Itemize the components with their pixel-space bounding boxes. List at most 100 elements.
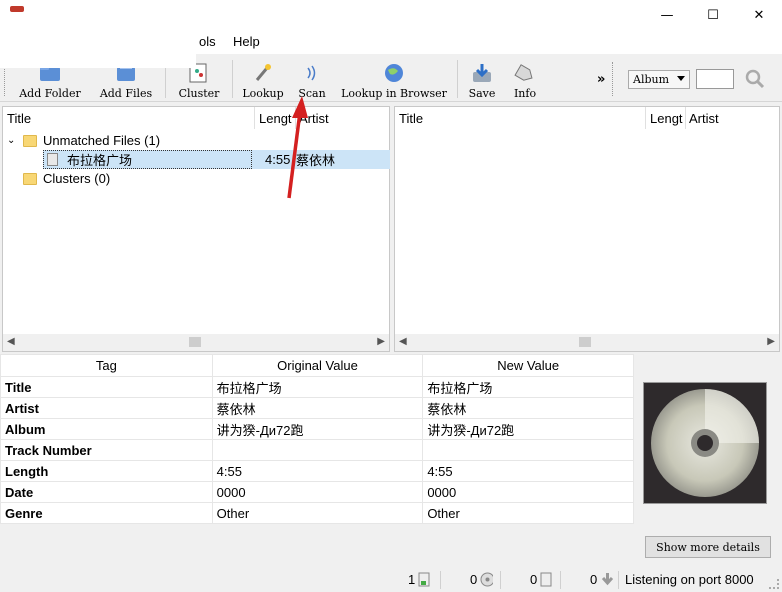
toolbar-grip[interactable] [612, 62, 615, 96]
scroll-right-icon[interactable]: ▶ [377, 336, 385, 347]
cd-disc-icon [651, 389, 759, 497]
disc-icon [480, 572, 494, 587]
toolbar-overflow-button[interactable]: » [597, 72, 605, 87]
maximize-button[interactable]: ☐ [690, 0, 736, 30]
scroll-left-icon[interactable]: ◀ [399, 336, 407, 347]
table-row[interactable]: Title 布拉格广场 布拉格广场 [0, 376, 634, 398]
unmatched-files-node[interactable]: ⌄ Unmatched Files (1) [7, 131, 160, 150]
info-label: Info [513, 87, 537, 100]
scrollbar-thumb[interactable] [579, 337, 591, 347]
menu-help[interactable]: Help [233, 34, 260, 49]
status-separator [618, 571, 619, 589]
files-count: 1 [408, 572, 416, 587]
new-value[interactable]: 讲为猤-Ди72跑 [422, 418, 634, 440]
new-value[interactable]: Other [422, 502, 634, 524]
status-files: 1 [408, 572, 431, 587]
column-title[interactable]: Title [3, 107, 255, 129]
lookup-label: Lookup [242, 87, 284, 100]
title-bar: — ☐ ✕ [0, 0, 782, 30]
scroll-left-icon[interactable]: ◀ [7, 336, 15, 347]
save-button[interactable]: Save [463, 56, 501, 100]
scrollbar-thumb[interactable] [189, 337, 201, 347]
status-requests: 0 [590, 572, 614, 587]
new-value[interactable]: 0000 [422, 481, 634, 503]
column-original-value[interactable]: Original Value [211, 354, 424, 377]
album-pane[interactable]: Title Lengt Artist ◀ ▶ [394, 106, 780, 352]
column-length[interactable]: Lengt [646, 107, 686, 129]
new-value[interactable]: 布拉格广场 [422, 376, 634, 398]
column-artist[interactable]: Artist [685, 107, 775, 129]
scan-wave-icon [300, 62, 324, 84]
cluster-label: Cluster [178, 87, 220, 100]
table-row[interactable]: Date 0000 0000 [0, 481, 634, 503]
lookup-in-browser-button[interactable]: Lookup in Browser [338, 56, 450, 100]
column-tag[interactable]: Tag [0, 354, 213, 377]
metadata-table: Tag Original Value New Value Title 布拉格广场… [0, 354, 634, 524]
show-more-details-button[interactable]: Show more details [645, 536, 771, 558]
file-row-selected[interactable]: 布拉格广场 4:55 蔡依林 [43, 150, 390, 169]
pending-file-icon [540, 572, 552, 587]
table-row[interactable]: Artist 蔡依林 蔡依林 [0, 397, 634, 419]
file-pane[interactable]: Title Lengt Artist ⌄ Unmatched Files (1)… [2, 106, 390, 352]
menu-tools[interactable]: ols [199, 34, 216, 49]
status-separator [560, 571, 561, 589]
tag-name: Artist [0, 397, 213, 419]
status-pending: 0 [530, 572, 553, 587]
table-row[interactable]: Length 4:55 4:55 [0, 460, 634, 482]
download-arrow-icon [602, 573, 614, 586]
chevron-down-icon[interactable]: ⌄ [7, 135, 23, 146]
albums-count: 0 [470, 572, 478, 587]
folder-icon [23, 172, 37, 185]
new-value[interactable]: 4:55 [422, 460, 634, 482]
unmatched-files-label: Unmatched Files (1) [43, 133, 161, 148]
status-separator [440, 571, 441, 589]
add-folder-label: Add Folder [19, 87, 81, 100]
original-value: 0000 [211, 481, 424, 503]
listening-status: Listening on port 8000 [625, 572, 754, 587]
minimize-button[interactable]: — [644, 0, 690, 30]
original-value: Other [211, 502, 424, 524]
status-albums: 0 [470, 572, 494, 587]
audio-file-icon [47, 153, 58, 166]
original-value: 讲为猤-Ди72跑 [211, 418, 424, 440]
scroll-right-icon[interactable]: ▶ [767, 336, 775, 347]
annotation-arrow-icon [287, 96, 308, 199]
new-value[interactable]: 蔡依林 [422, 397, 634, 419]
column-new-value[interactable]: New Value [422, 354, 634, 377]
search-type-select[interactable]: Album [628, 70, 690, 89]
chevron-down-icon [677, 76, 685, 81]
tag-icon [513, 62, 537, 84]
horizontal-scrollbar[interactable]: ◀ ▶ [395, 334, 779, 351]
add-files-label: Add Files [99, 87, 153, 100]
lookup-in-browser-label: Lookup in Browser [341, 87, 447, 100]
clusters-node[interactable]: Clusters (0) [23, 169, 110, 188]
column-title[interactable]: Title [395, 107, 645, 129]
tag-name: Date [0, 481, 213, 503]
table-header-row: Tag Original Value New Value [0, 354, 634, 377]
table-row[interactable]: Album 讲为猤-Ди72跑 讲为猤-Ди72跑 [0, 418, 634, 440]
tag-name: Track Number [0, 439, 213, 461]
folder-icon [23, 134, 37, 147]
magic-wand-icon [251, 62, 275, 84]
table-row[interactable]: Genre Other Other [0, 502, 634, 524]
globe-icon [382, 62, 406, 84]
save-label: Save [468, 87, 496, 100]
status-bar: 1 0 0 0 Listening on port 8000 [0, 568, 782, 592]
search-input[interactable] [696, 69, 734, 89]
search-type-value: Album [633, 73, 670, 86]
tag-name: Genre [0, 502, 213, 524]
original-value: 蔡依林 [211, 397, 424, 419]
horizontal-scrollbar[interactable]: ◀ ▶ [3, 334, 389, 351]
table-row[interactable]: Track Number [0, 439, 634, 461]
file-title: 布拉格广场 [67, 153, 133, 168]
close-button[interactable]: ✕ [736, 0, 782, 30]
original-value: 4:55 [211, 460, 424, 482]
cover-art[interactable] [643, 382, 767, 504]
info-button[interactable]: Info [506, 56, 544, 100]
pending-count: 0 [530, 572, 538, 587]
new-value[interactable] [422, 439, 634, 461]
resize-grip[interactable] [769, 579, 779, 589]
file-icon [418, 572, 430, 587]
toolbar-separator [457, 60, 458, 98]
search-icon[interactable] [744, 68, 766, 93]
